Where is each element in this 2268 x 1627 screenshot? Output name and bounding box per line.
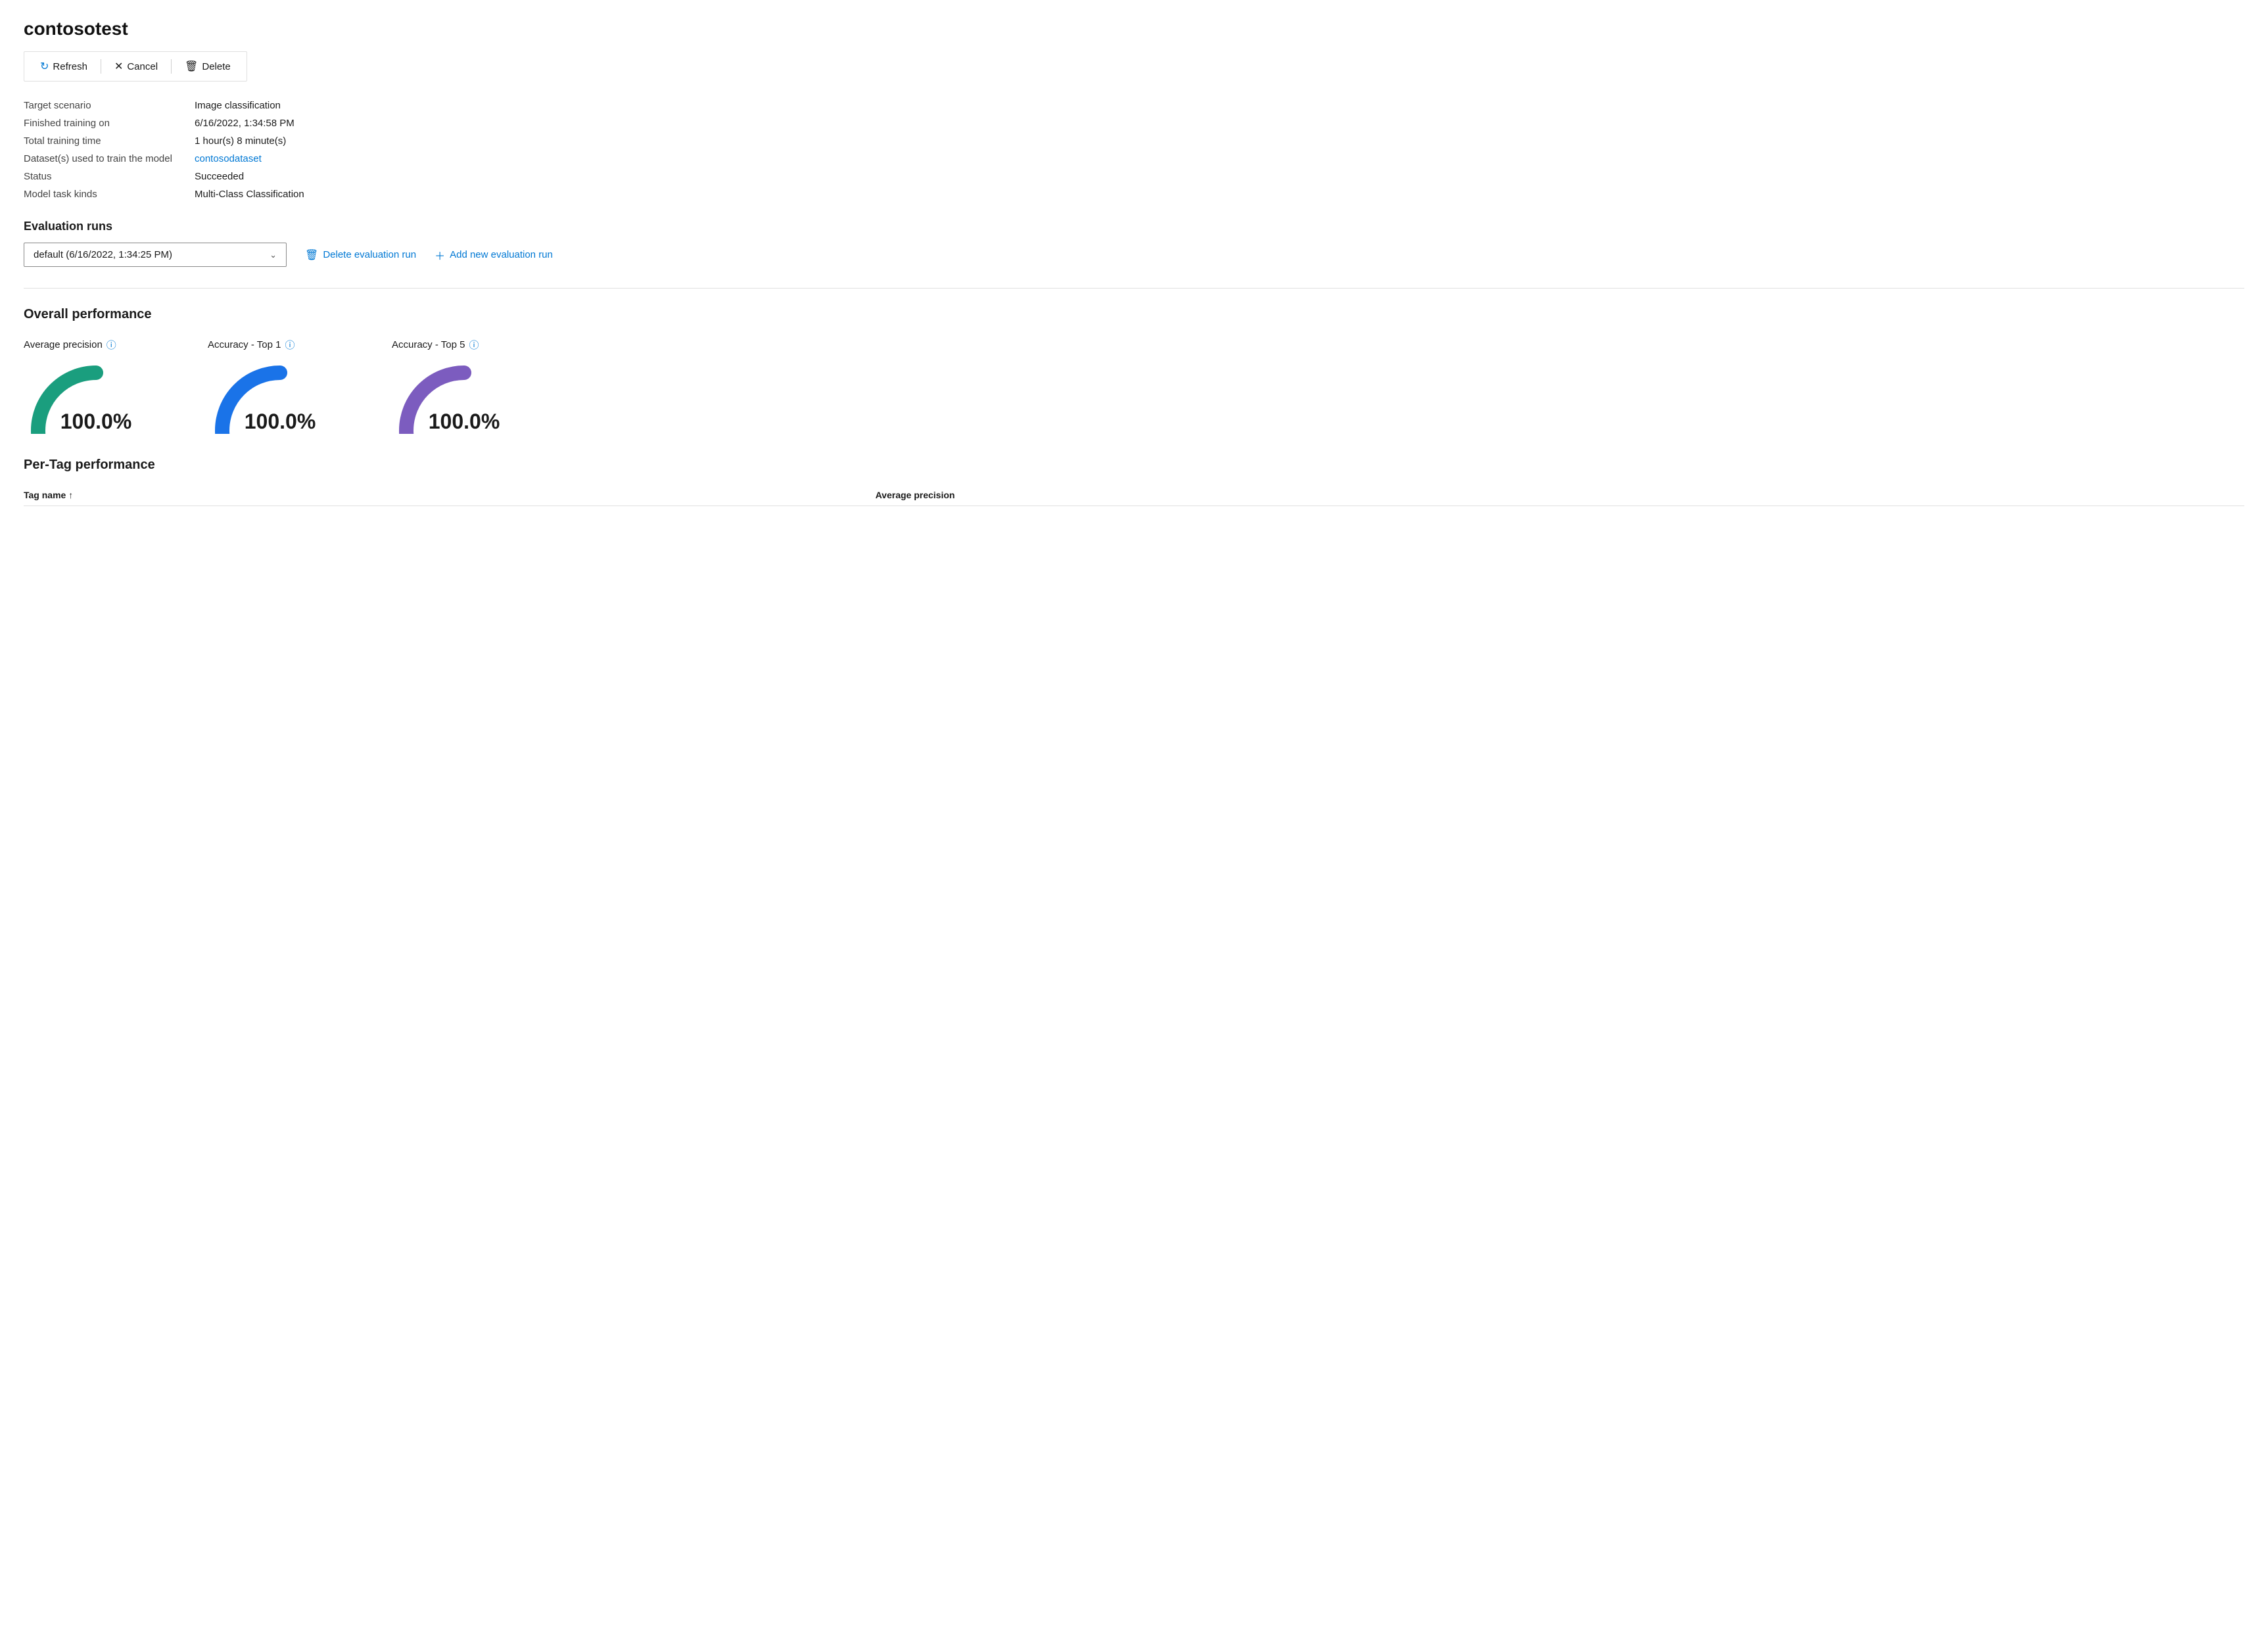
cancel-label: Cancel [127,61,158,72]
gauge-label-text: Accuracy - Top 5 [392,339,465,350]
gauge-label: Average precisionⓘ [24,338,116,352]
gauge-label: Accuracy - Top 5 ⓘ [392,338,479,352]
gauge-label-text: Accuracy - Top 1 [208,339,281,350]
gauge-item: Accuracy - Top 5 ⓘ 100.0% [392,338,536,434]
eval-runs-row: default (6/16/2022, 1:34:25 PM) ⌄ 🗑 Dele… [24,243,2244,267]
add-eval-run-label: Add new evaluation run [450,249,553,260]
gauge-arc-wrapper: 100.0% [392,358,536,434]
per-tag-title: Per-Tag performance [24,458,2244,473]
separator [24,288,2244,289]
overall-perf-title: Overall performance [24,307,2244,322]
plus-icon: ＋ [435,247,445,263]
info-icon[interactable]: ⓘ [469,338,479,352]
eval-runs-dropdown[interactable]: default (6/16/2022, 1:34:25 PM) ⌄ [24,243,287,267]
delete-eval-run-button[interactable]: 🗑 Delete evaluation run [302,245,419,266]
cancel-icon: ✕ [114,60,123,73]
gauge-arc-wrapper: 100.0% [24,358,168,434]
page-title: contosotest [24,18,2244,39]
cancel-button[interactable]: ✕ Cancel [105,56,167,77]
info-label: Model task kinds [24,189,195,200]
table-column-header: Average precision [876,484,2244,506]
gauge-item: Accuracy - Top 1 ⓘ 100.0% [208,338,352,434]
eval-runs-dropdown-value: default (6/16/2022, 1:34:25 PM) [34,249,172,260]
info-grid: Target scenarioImage classificationFinis… [24,100,2244,200]
toolbar: ↻ Refresh ✕ Cancel 🗑 Delete [24,51,247,82]
gauges-row: Average precisionⓘ100.0%Accuracy - Top 1… [24,338,2244,434]
delete-eval-run-label: Delete evaluation run [323,249,416,260]
info-label: Finished training on [24,118,195,129]
info-label: Dataset(s) used to train the model [24,153,195,164]
table-column-header[interactable]: Tag name ↑ [24,484,876,506]
refresh-label: Refresh [53,61,87,72]
gauge-label-text: Average precision [24,339,103,350]
info-value: 1 hour(s) 8 minute(s) [195,135,2244,147]
chevron-down-icon: ⌄ [270,250,277,260]
delete-button[interactable]: 🗑 Delete [176,56,240,77]
eval-actions: 🗑 Delete evaluation run ＋ Add new evalua… [302,243,555,267]
per-tag-table: Tag name ↑Average precision [24,484,2244,506]
gauge-label: Accuracy - Top 1 ⓘ [208,338,295,352]
refresh-icon: ↻ [40,60,49,73]
info-value: Multi-Class Classification [195,189,2244,200]
gauge-item: Average precisionⓘ 100.0% [24,338,168,434]
trash-icon-eval: 🗑 [305,248,318,262]
info-label: Total training time [24,135,195,147]
info-value[interactable]: contosodataset [195,153,2244,164]
toolbar-divider-2 [171,59,172,74]
info-value: 6/16/2022, 1:34:58 PM [195,118,2244,129]
info-icon[interactable]: ⓘ [106,338,116,352]
info-value: Image classification [195,100,2244,111]
gauge-value: 100.0% [392,410,536,434]
refresh-button[interactable]: ↻ Refresh [31,56,97,77]
eval-runs-title: Evaluation runs [24,220,2244,233]
gauge-value: 100.0% [24,410,168,434]
info-value: Succeeded [195,171,2244,182]
trash-icon: 🗑 [185,60,198,73]
info-icon[interactable]: ⓘ [285,338,295,352]
gauge-value: 100.0% [208,410,352,434]
info-label: Status [24,171,195,182]
add-eval-run-button[interactable]: ＋ Add new evaluation run [432,243,555,267]
delete-label: Delete [202,61,230,72]
gauge-arc-wrapper: 100.0% [208,358,352,434]
info-label: Target scenario [24,100,195,111]
